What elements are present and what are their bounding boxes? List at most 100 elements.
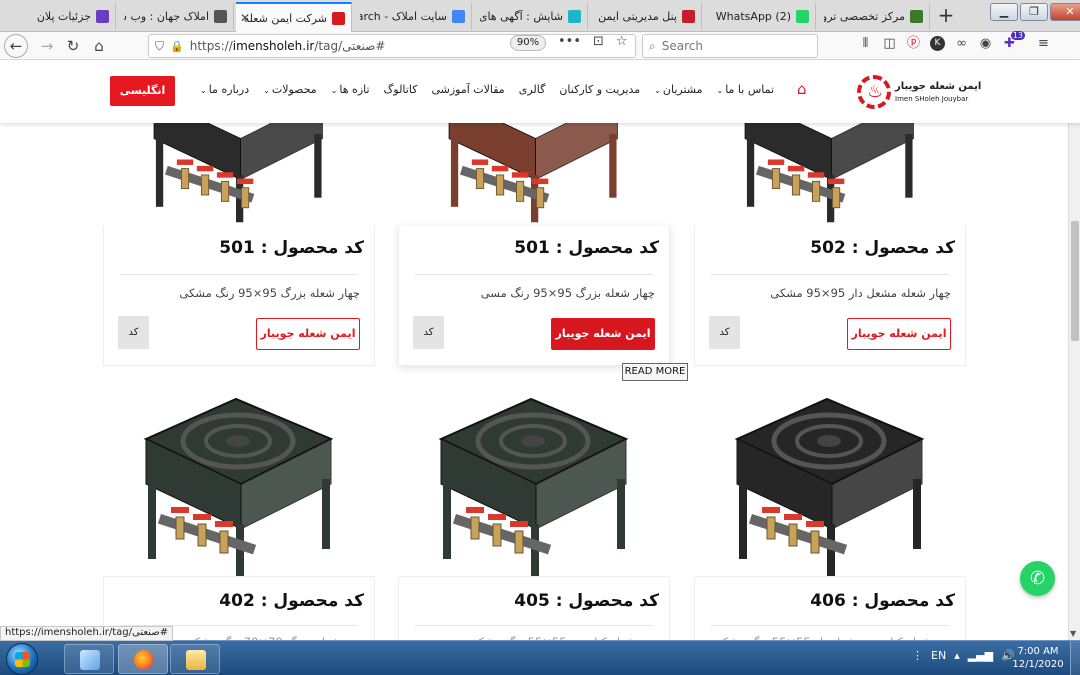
- brand-button[interactable]: ایمن شعله جویبار: [847, 318, 951, 350]
- browser-tab[interactable]: مرکز تخصصی ترویج: [818, 3, 930, 30]
- page-actions-icon[interactable]: •••: [558, 34, 581, 49]
- menu-item[interactable]: مشتریان⌄: [654, 83, 702, 96]
- product-image[interactable]: [406, 123, 656, 225]
- separator: [120, 274, 358, 275]
- brand-button[interactable]: ایمن شعله جویبار: [256, 318, 360, 350]
- separator: [711, 625, 949, 626]
- clock[interactable]: 7:00 AM 12/1/2020: [1008, 645, 1068, 671]
- menu-icon[interactable]: ≡: [1036, 36, 1051, 51]
- browser-tab[interactable]: جزئیات پلان: [0, 3, 116, 30]
- lock-icon[interactable]: 🔒: [170, 40, 184, 53]
- start-button[interactable]: [6, 643, 38, 675]
- vertical-scrollbar[interactable]: ▲ ▼: [1068, 61, 1080, 640]
- pinterest-icon[interactable]: ⓟ: [906, 36, 921, 51]
- browser-tab[interactable]: املاک جهان : وب سایت: [118, 3, 234, 30]
- clock-time: 7:00 AM: [1017, 646, 1059, 657]
- code-button[interactable]: کد: [118, 316, 149, 349]
- separator: [711, 274, 949, 275]
- network-icon[interactable]: ▂▄▆: [968, 649, 993, 662]
- menu-item[interactable]: تماس با ما⌄: [716, 83, 774, 96]
- taskbar-app-notepad[interactable]: [64, 644, 114, 674]
- close-window-button[interactable]: ✕: [1050, 3, 1080, 21]
- toolbar-icons: ⫴ ◫ ⓟ K ∞ ◉ ✚ 13 ≡: [858, 31, 1051, 51]
- search-input[interactable]: ⌕ Search: [642, 34, 818, 58]
- show-hidden-icons[interactable]: ▴: [954, 649, 960, 662]
- menu-item-label: مقالات آموزشی: [431, 83, 505, 96]
- menu-item[interactable]: تازه ها⌄: [331, 83, 370, 96]
- minimize-button[interactable]: ▁: [990, 3, 1018, 21]
- product-image[interactable]: [111, 123, 361, 225]
- product-image[interactable]: [702, 123, 952, 225]
- menu-item[interactable]: گالری: [519, 83, 546, 96]
- extension-icon[interactable]: ✚ 13: [1002, 31, 1025, 51]
- maximize-button[interactable]: ❐: [1020, 3, 1048, 21]
- menu-item[interactable]: درباره ما⌄: [200, 83, 249, 96]
- tab-title: شاپش : آگهی های خرید: [480, 10, 563, 23]
- bookmark-star-icon[interactable]: ☆: [616, 34, 628, 49]
- language-indicator[interactable]: EN: [931, 649, 946, 662]
- taskbar-app-firefox[interactable]: [118, 644, 168, 674]
- clock-date: 12/1/2020: [1012, 659, 1064, 670]
- menu-item-label: محصولات: [271, 83, 317, 96]
- link-status-bar: https://imensholeh.ir/tag/صنعتی#: [0, 626, 174, 641]
- tab-favicon-icon: [214, 10, 227, 23]
- menu-item-label: تازه ها: [339, 83, 370, 96]
- k-extension-icon[interactable]: K: [930, 36, 945, 51]
- product-card: کد محصول : 406سه شعله کباب پز مشعل دار 5…: [694, 576, 966, 640]
- browser-tab[interactable]: پنل مدیریتی ایمن شعله: [590, 3, 702, 30]
- show-desktop-button[interactable]: [1070, 641, 1080, 675]
- home-button[interactable]: ⌂: [88, 35, 110, 57]
- shield-icon[interactable]: ⛉: [155, 39, 164, 54]
- scrollbar-thumb[interactable]: [1071, 221, 1079, 341]
- menu-item[interactable]: کاتالوگ: [384, 83, 418, 96]
- notepad-icon: [80, 650, 100, 670]
- library-icon[interactable]: ⫴: [858, 36, 873, 51]
- product-image[interactable]: [105, 379, 367, 579]
- url-path: /tag/صنعتی#: [314, 39, 386, 53]
- menu-item[interactable]: مقالات آموزشی: [431, 83, 504, 96]
- folder-icon: [186, 650, 206, 670]
- url-host: imensholeh.ir: [232, 39, 315, 53]
- tab-strip: مرکز تخصصی ترویج (2) WhatsApp پنل مدیریتی …: [0, 0, 1080, 32]
- menu-item-label: مدیریت و کارکنان: [559, 83, 641, 96]
- sidebar-icon[interactable]: ◫: [882, 36, 897, 51]
- back-button[interactable]: ←: [4, 34, 28, 58]
- reload-button[interactable]: ↻: [62, 35, 84, 57]
- menu-item-label: درباره ما: [208, 83, 250, 96]
- english-button[interactable]: انگلیسی: [110, 76, 175, 106]
- browser-tab[interactable]: (2) WhatsApp: [704, 3, 816, 30]
- zoom-level[interactable]: 90%: [510, 35, 546, 51]
- brand-button[interactable]: ایمن شعله جویبار: [551, 318, 655, 350]
- new-tab-button[interactable]: +: [934, 4, 958, 28]
- tray-grip-icon: ⋮: [912, 649, 923, 662]
- pocket-icon[interactable]: ⊡: [593, 34, 604, 49]
- logo-text-fa: ایمن شعله جویبار: [895, 81, 982, 92]
- product-image[interactable]: [400, 379, 662, 579]
- forward-button[interactable]: →: [36, 35, 58, 57]
- chevron-down-icon: ⌄: [716, 86, 724, 95]
- scroll-down-icon[interactable]: ▼: [1070, 629, 1076, 638]
- chevron-down-icon: ⌄: [654, 86, 661, 95]
- product-image[interactable]: [696, 379, 958, 579]
- taskbar-app-explorer[interactable]: [170, 644, 220, 674]
- main-menu: درباره ما⌄ محصولات⌄ تازه ها⌄ کاتالوگ مقالات …: [200, 83, 818, 96]
- tab-title: مرکز تخصصی ترویج: [824, 10, 905, 23]
- whatsapp-icon[interactable]: ✆: [1020, 561, 1055, 596]
- browser-tab[interactable]: سایت املاک - Search: [354, 3, 472, 30]
- system-tray: ⋮ EN ▴ ▂▄▆ 🔊: [912, 649, 1015, 662]
- browser-tab[interactable]: شرکت ایمن شعله ✕: [236, 2, 352, 32]
- code-button[interactable]: کد: [413, 316, 444, 349]
- read-more-button[interactable]: READ MORE: [622, 363, 688, 381]
- site-header: ♨ ایمن شعله جویبار Imen SHoleh Jouybar ⌂…: [0, 61, 1080, 123]
- account-icon[interactable]: ◉: [978, 36, 993, 51]
- menu-item[interactable]: مدیریت و کارکنان: [559, 83, 640, 96]
- site-logo[interactable]: ♨ ایمن شعله جویبار Imen SHoleh Jouybar: [857, 73, 981, 111]
- code-button[interactable]: کد: [709, 316, 740, 349]
- menu-item[interactable]: محصولات⌄: [263, 83, 317, 96]
- close-tab-icon[interactable]: ✕: [240, 11, 250, 25]
- tab-title: (2) WhatsApp: [715, 10, 791, 23]
- browser-tab[interactable]: شاپش : آگهی های خرید: [474, 3, 588, 30]
- product-code: کد محصول : 502: [810, 238, 955, 258]
- chevron-down-icon: ⌄: [200, 86, 207, 95]
- sync-icon[interactable]: ∞: [954, 36, 969, 51]
